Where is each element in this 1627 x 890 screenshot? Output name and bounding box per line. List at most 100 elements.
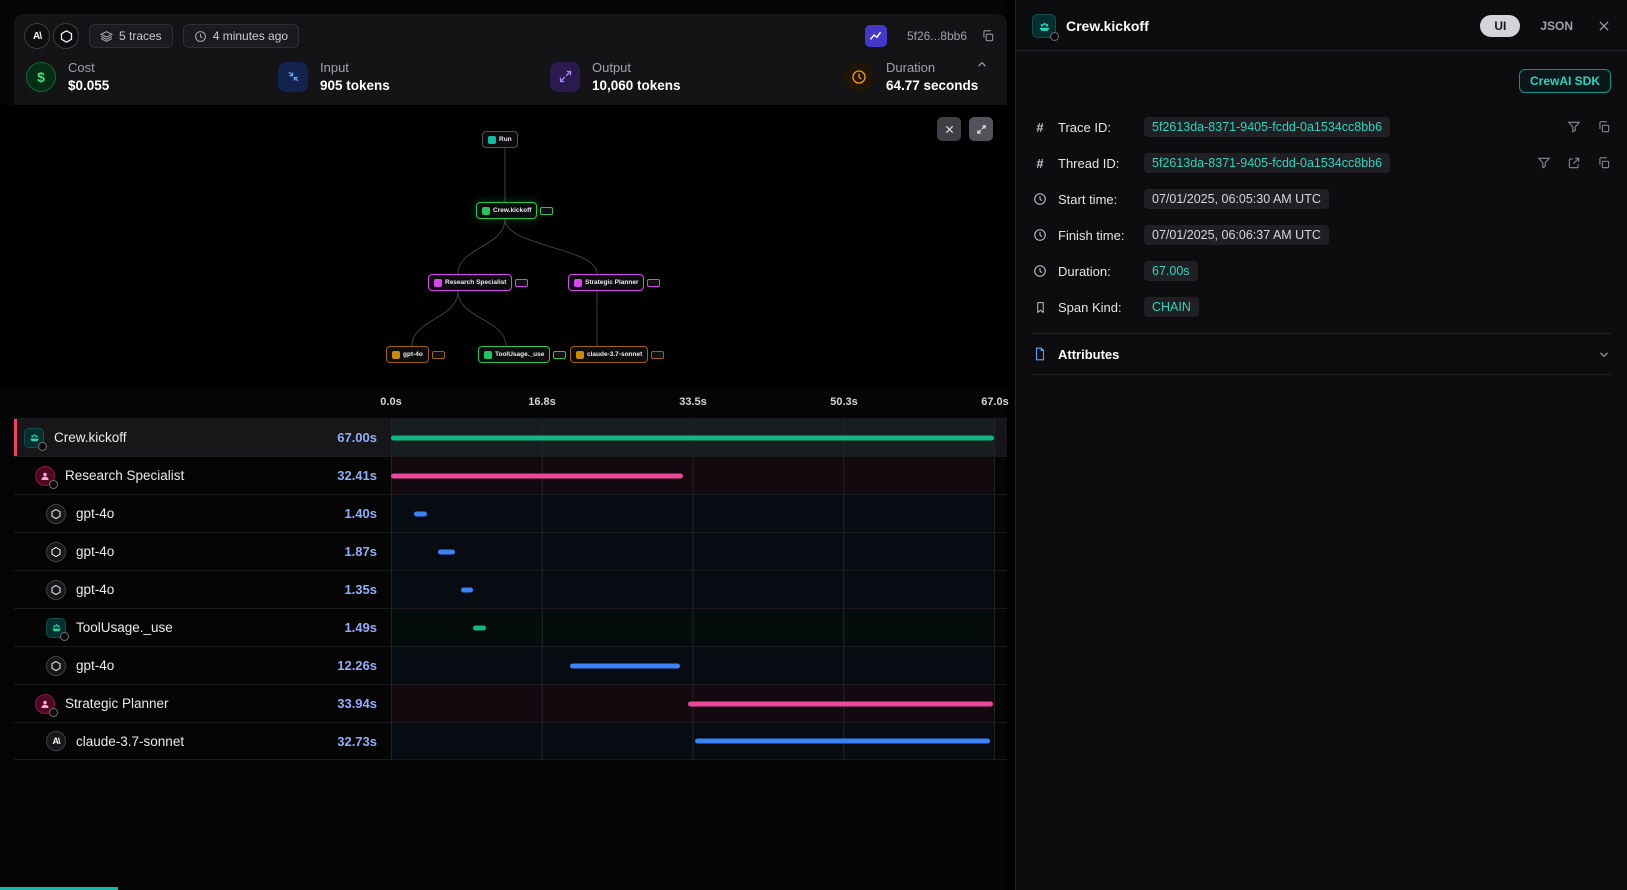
openai-logo-icon: [53, 23, 79, 49]
span-row-research-specialist[interactable]: Research Specialist 32.41s: [14, 456, 1007, 494]
node-label: ToolUsage._use: [495, 351, 544, 358]
run-node-icon: [488, 136, 496, 144]
stat-cost: $ Cost $0.055: [26, 60, 278, 93]
time-ago-badge[interactable]: 4 minutes ago: [183, 24, 299, 48]
graph-node-strategic-planner[interactable]: Strategic Planner: [568, 274, 644, 291]
trace-short-id: 5f26...8bb6: [907, 29, 967, 43]
axis-tick: 67.0s: [981, 396, 1009, 408]
span-row-gpt4o-1[interactable]: gpt-4o 1.40s: [14, 494, 1007, 532]
copy-icon: [981, 29, 995, 43]
crew-node-icon: [482, 207, 490, 215]
span-row-gpt4o-2[interactable]: gpt-4o 1.87s: [14, 532, 1007, 570]
span-row-strategic-planner[interactable]: Strategic Planner 33.94s: [14, 684, 1007, 722]
span-track: [391, 647, 995, 684]
close-panel-icon[interactable]: [1597, 19, 1611, 33]
detail-panel-header: Crew.kickoff UI JSON: [1016, 0, 1627, 51]
span-detail-panel: Crew.kickoff UI JSON CrewAI SDK # Trace …: [1015, 0, 1627, 890]
span-bar[interactable]: [688, 701, 993, 706]
field-label: Span Kind:: [1058, 300, 1134, 315]
span-bar[interactable]: [473, 625, 486, 630]
trace-metrics-button[interactable]: [865, 25, 887, 47]
close-graph-button[interactable]: [937, 117, 961, 141]
close-icon: [944, 124, 955, 135]
chevron-up-icon: [975, 58, 989, 72]
trend-chart-icon: [869, 30, 882, 43]
span-duration: 1.35s: [344, 582, 377, 597]
span-duration: 12.26s: [337, 658, 377, 673]
graph-node-claude[interactable]: claude-3.7-sonnet: [570, 346, 648, 363]
attributes-label: Attributes: [1058, 347, 1119, 362]
tab-json[interactable]: JSON: [1540, 19, 1573, 33]
file-icon: [1032, 347, 1048, 361]
chevron-down-icon: [1597, 347, 1611, 361]
llm-node-icon: [392, 351, 400, 359]
tool-icon: [46, 618, 66, 638]
span-row-crew-kickoff[interactable]: Crew.kickoff 67.00s: [14, 418, 1007, 456]
hash-icon: #: [1032, 120, 1048, 135]
axis-tick: 0.0s: [380, 396, 401, 408]
graph-node-gpt-4o[interactable]: gpt-4o: [386, 346, 429, 363]
field-finish-time: Finish time: 07/01/2025, 06:06:37 AM UTC: [1032, 217, 1611, 253]
field-start-time: Start time: 07/01/2025, 06:05:30 AM UTC: [1032, 181, 1611, 217]
trace-graph-canvas[interactable]: Run Crew.kickoff Research Specialist Str…: [0, 105, 1007, 388]
collapse-stats-button[interactable]: [975, 58, 989, 72]
tool-node-icon: [484, 351, 492, 359]
span-row-toolusage[interactable]: ToolUsage._use 1.49s: [14, 608, 1007, 646]
node-label: gpt-4o: [403, 351, 423, 358]
span-row-gpt4o-4[interactable]: gpt-4o 12.26s: [14, 646, 1007, 684]
field-value: 5f2613da-8371-9405-fcdd-0a1534cc8bb6: [1144, 153, 1390, 173]
filter-icon[interactable]: [1537, 156, 1551, 170]
span-bar[interactable]: [391, 473, 683, 478]
stat-label: Duration: [886, 60, 978, 75]
field-trace-id: # Trace ID: 5f2613da-8371-9405-fcdd-0a15…: [1032, 109, 1611, 145]
span-bar[interactable]: [695, 739, 990, 744]
time-ago-label: 4 minutes ago: [213, 29, 288, 43]
sdk-badge[interactable]: CrewAI SDK: [1519, 69, 1611, 93]
span-bar[interactable]: [391, 435, 994, 440]
span-bar[interactable]: [461, 587, 473, 592]
graph-node-research-specialist[interactable]: Research Specialist: [428, 274, 512, 291]
axis-tick: 33.5s: [679, 396, 707, 408]
graph-node-run[interactable]: Run: [482, 131, 518, 148]
clock-icon: [1032, 192, 1048, 206]
span-name: gpt-4o: [76, 544, 114, 559]
external-link-icon[interactable]: [1567, 156, 1581, 170]
stat-label: Cost: [68, 60, 109, 75]
clock-icon: [194, 30, 207, 43]
span-bar[interactable]: [414, 511, 427, 516]
expand-graph-button[interactable]: [969, 117, 993, 141]
input-compress-icon: [278, 62, 308, 92]
span-row-gpt4o-3[interactable]: gpt-4o 1.35s: [14, 570, 1007, 608]
span-track: [391, 533, 995, 570]
field-label: Start time:: [1058, 192, 1134, 207]
span-row-claude[interactable]: A\ claude-3.7-sonnet 32.73s: [14, 722, 1007, 760]
graph-node-crew-kickoff[interactable]: Crew.kickoff: [476, 202, 537, 219]
span-name: Research Specialist: [65, 468, 184, 483]
graph-node-toolusage[interactable]: ToolUsage._use: [478, 346, 550, 363]
crew-icon: [24, 428, 44, 448]
agent-icon: [35, 694, 55, 714]
stat-value: 905 tokens: [320, 78, 390, 93]
span-name: gpt-4o: [76, 582, 114, 597]
attributes-section-toggle[interactable]: Attributes: [1032, 333, 1611, 375]
sdk-subbadge-icon: [60, 632, 69, 641]
detail-panel-title: Crew.kickoff: [1066, 18, 1149, 34]
span-bar[interactable]: [438, 549, 455, 554]
tab-ui[interactable]: UI: [1480, 15, 1520, 37]
field-label: Trace ID:: [1058, 120, 1134, 135]
field-label: Finish time:: [1058, 228, 1134, 243]
node-label: claude-3.7-sonnet: [587, 351, 642, 358]
field-label: Duration:: [1058, 264, 1134, 279]
filter-icon[interactable]: [1567, 120, 1581, 134]
copy-icon[interactable]: [1597, 156, 1611, 170]
field-value: CHAIN: [1144, 297, 1199, 317]
span-name: gpt-4o: [76, 506, 114, 521]
span-bar[interactable]: [570, 663, 680, 668]
span-waterfall: 0.0s 16.8s 33.5s 50.3s 67.0s Crew.kickof…: [0, 388, 1007, 760]
copy-trace-id-button[interactable]: [981, 29, 995, 43]
traces-count-badge[interactable]: 5 traces: [89, 24, 173, 48]
copy-icon[interactable]: [1597, 120, 1611, 134]
clock-icon: [1032, 228, 1048, 242]
span-duration: 32.41s: [337, 468, 377, 483]
axis-tick: 50.3s: [830, 396, 858, 408]
